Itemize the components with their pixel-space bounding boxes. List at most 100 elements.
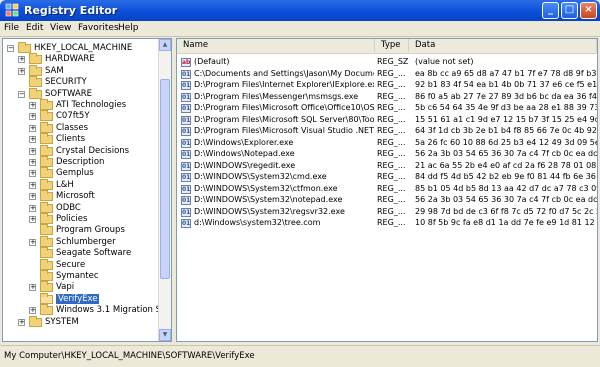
column-data[interactable]: Data — [409, 39, 597, 52]
expand-icon[interactable]: + — [29, 159, 36, 166]
value-type: REG_... — [377, 218, 406, 227]
list-item[interactable]: 01 D:\Program Files\Microsoft Office\Offi… — [177, 103, 597, 114]
list-item[interactable]: 01 D:\WINDOWS\regedit.exe REG_... 21 ac 6a … — [177, 161, 597, 172]
value-data: 86 f0 a5 ab 27 7e 27 89 3d b6 bc da ea 3… — [415, 91, 597, 101]
folder-icon — [29, 53, 42, 65]
tree-node-label: Schlumberger — [56, 236, 116, 247]
binary-value-icon: 01 — [181, 127, 191, 136]
expand-icon[interactable]: + — [29, 216, 36, 223]
tree-scrollbar[interactable]: ▲ ▼ — [158, 39, 171, 341]
list-item[interactable]: 01 C:\Documents and Settings\Jason\My Doc… — [177, 69, 597, 80]
tree-node-label: SAM — [45, 65, 64, 76]
list-item[interactable]: 01 D:\Program Files\Microsoft SQL Server\… — [177, 115, 597, 126]
list-item[interactable]: 01 D:\Program Files\Messenger\msmsgs.exe R… — [177, 92, 597, 103]
list-item[interactable]: 01 D:\WINDOWS\System32\notepad.exe REG_...… — [177, 195, 597, 206]
list-item[interactable]: 01 D:\Windows\Notepad.exe REG_... 56 2a 3b … — [177, 149, 597, 160]
tree-node-label: HARDWARE — [45, 54, 95, 65]
menu-bar: File Edit View Favorites Help — [0, 21, 600, 37]
folder-icon — [40, 190, 53, 202]
expand-icon[interactable]: + — [29, 102, 36, 109]
close-button[interactable]: × — [580, 2, 597, 19]
menu-view[interactable]: View — [50, 23, 71, 33]
binary-value-icon: 01 — [181, 219, 191, 228]
tree-node-label: ATI Technologies — [56, 100, 127, 110]
value-data: 85 b1 05 4d b5 8d 13 aa 42 d7 dc a7 78 c… — [415, 183, 597, 193]
expand-icon[interactable]: + — [29, 284, 36, 292]
tree-node-label: ODBC — [56, 202, 81, 213]
expand-icon[interactable]: + — [29, 193, 36, 201]
folder-icon — [40, 292, 53, 304]
list-item[interactable]: 01 D:\WINDOWS\System32\regsvr32.exe REG_..… — [177, 207, 597, 218]
expand-icon[interactable]: + — [18, 56, 25, 64]
folder-icon — [29, 87, 42, 99]
value-name: D:\Windows\Explorer.exe — [194, 137, 294, 147]
list-item[interactable]: 01 D:\Windows\Explorer.exe REG_... 5a 26 fc… — [177, 138, 597, 149]
value-data: 29 98 7d bd de c3 6f f8 7c d5 72 f0 d7 5… — [415, 206, 597, 216]
expand-icon[interactable]: + — [29, 136, 36, 144]
menu-file[interactable]: File — [4, 23, 19, 33]
expand-icon[interactable]: + — [29, 113, 36, 121]
value-type: REG_... — [377, 206, 406, 216]
folder-icon — [40, 99, 53, 110]
title-bar: Registry Editor _ □ × — [0, 0, 600, 21]
list-item[interactable]: 01 D:\Program Files\Internet Explorer\IEx… — [177, 80, 597, 91]
scroll-thumb[interactable] — [160, 79, 170, 279]
folder-icon — [40, 121, 53, 133]
values-list[interactable]: Name Type Data ab (Default) REG_SZ (value n… — [176, 38, 598, 342]
value-data: 5a 26 fc 60 10 88 6d 25 b3 e4 12 49 3d 0… — [415, 137, 597, 147]
list-item[interactable]: 01 D:\WINDOWS\System32\ctfmon.exe REG_... 8… — [177, 184, 597, 195]
maximize-button[interactable]: □ — [561, 2, 578, 19]
expand-icon[interactable]: + — [29, 238, 36, 246]
expand-icon[interactable]: + — [29, 147, 36, 155]
expand-icon[interactable]: + — [29, 204, 36, 212]
value-type: REG_... — [377, 172, 406, 181]
folder-icon — [40, 258, 53, 270]
tree-node-label: Microsoft — [56, 191, 95, 202]
tree-node-label: Policies — [56, 214, 88, 224]
expand-icon[interactable]: + — [29, 181, 36, 189]
folder-icon — [40, 224, 53, 236]
status-bar: My Computer\HKEY_LOCAL_MACHINE\SOFTWARE\… — [0, 345, 600, 367]
tree-node-label: L&H — [56, 179, 74, 190]
binary-value-icon: 01 — [181, 161, 191, 171]
value-type: REG_... — [377, 103, 406, 112]
tree-node-label: Program Groups — [56, 225, 125, 236]
column-type[interactable]: Type — [375, 39, 409, 52]
value-data: ea 8b cc a9 65 d8 a7 47 b1 7f e7 78 d8 9… — [415, 68, 597, 78]
value-data: 56 2a 3b 03 54 65 36 30 7a c4 7f cb 0c e… — [415, 195, 597, 204]
list-item[interactable]: 01 d:\Windows\system32\tree.com REG_... 10 … — [177, 218, 597, 229]
value-type: REG_... — [377, 137, 406, 147]
tree-node-label: Classes — [56, 122, 89, 133]
value-data: 15 51 61 a1 c1 9d e7 12 15 b7 3f 15 25 e… — [415, 114, 597, 124]
tree-node-label: C07ft5Y — [56, 111, 90, 122]
tree-node-label: Secure — [56, 259, 86, 270]
menu-help[interactable]: Help — [118, 23, 139, 33]
collapse-icon[interactable]: − — [7, 45, 14, 52]
value-name: D:\Windows\Notepad.exe — [194, 149, 295, 158]
scroll-up-arrow-icon[interactable]: ▲ — [159, 39, 171, 51]
value-type: REG_... — [377, 160, 406, 170]
menu-edit[interactable]: Edit — [26, 23, 43, 33]
expand-icon[interactable]: + — [18, 318, 25, 326]
minimize-button[interactable]: _ — [542, 2, 559, 19]
expand-icon[interactable]: + — [18, 67, 25, 75]
value-data: 21 ac 6a 55 2b e4 e0 af cd 2a f6 28 78 0… — [415, 160, 597, 170]
value-type: REG_... — [377, 68, 406, 78]
scroll-down-arrow-icon[interactable]: ▼ — [159, 329, 171, 341]
value-name: D:\WINDOWS\regedit.exe — [194, 160, 296, 170]
list-item[interactable]: 01 D:\WINDOWS\System32\cmd.exe REG_... 84 d… — [177, 172, 597, 183]
expand-icon[interactable]: + — [29, 307, 36, 315]
expand-icon[interactable]: + — [29, 170, 36, 178]
registry-tree[interactable]: − HKEY_LOCAL_MACHINE + HARDWARE + SAM SECURITY… — [2, 38, 172, 342]
value-name: D:\Program Files\Microsoft Visual Studio… — [194, 126, 374, 135]
tree-node-label: HKEY_LOCAL_MACHINE — [34, 43, 133, 53]
value-name: D:\WINDOWS\System32\ctfmon.exe — [194, 183, 338, 193]
list-item[interactable]: ab (Default) REG_SZ (value not set) — [177, 57, 597, 68]
expand-icon[interactable]: + — [29, 124, 36, 132]
value-name: D:\Program Files\Microsoft Office\Office… — [194, 103, 374, 112]
list-item[interactable]: 01 D:\Program Files\Microsoft Visual Stud… — [177, 126, 597, 137]
folder-icon — [29, 315, 42, 327]
menu-favorites[interactable]: Favorites — [78, 23, 119, 33]
column-name[interactable]: Name — [177, 39, 375, 52]
collapse-icon[interactable]: − — [18, 90, 25, 98]
